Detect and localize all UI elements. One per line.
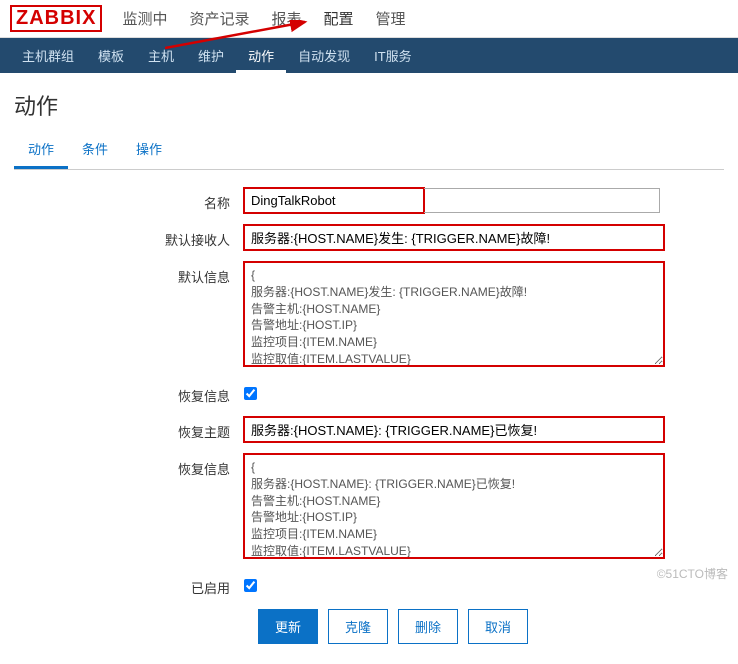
enabled-label: 已启用: [14, 573, 244, 597]
message-label: 默认信息: [14, 262, 244, 286]
enabled-checkbox[interactable]: [244, 579, 257, 592]
sub-discovery[interactable]: 自动发现: [286, 38, 362, 73]
top-menu-inventory[interactable]: 资产记录: [187, 4, 251, 33]
tab-operations[interactable]: 操作: [122, 131, 176, 169]
action-form: 名称 默认接收人 默认信息 { 服务器:{HOST.NAME}发生: {TRIG…: [0, 188, 738, 664]
sub-itservices[interactable]: IT服务: [362, 38, 424, 73]
sub-hostgroups[interactable]: 主机群组: [10, 38, 86, 73]
sub-actions[interactable]: 动作: [236, 38, 286, 73]
recovery-flag-label: 恢复信息: [14, 381, 244, 405]
recovery-subject-input[interactable]: [244, 417, 664, 442]
sub-maintenance[interactable]: 维护: [186, 38, 236, 73]
top-menu-configuration[interactable]: 配置: [322, 4, 356, 33]
top-menu-monitoring[interactable]: 监测中: [120, 4, 169, 33]
message-textarea[interactable]: { 服务器:{HOST.NAME}发生: {TRIGGER.NAME}故障! 告…: [244, 262, 664, 366]
recipient-input[interactable]: [244, 225, 664, 250]
tabs: 动作 条件 操作: [14, 131, 724, 170]
name-input[interactable]: [244, 188, 424, 213]
delete-button[interactable]: 删除: [398, 609, 458, 644]
clone-button[interactable]: 克隆: [328, 609, 388, 644]
recipient-label: 默认接收人: [14, 225, 244, 249]
recovery-checkbox[interactable]: [244, 387, 257, 400]
update-button[interactable]: 更新: [258, 609, 318, 644]
top-menu: 监测中 资产记录 报表 配置 管理: [120, 4, 407, 33]
top-menu-reports[interactable]: 报表: [269, 4, 303, 33]
top-menu-administration[interactable]: 管理: [374, 4, 408, 33]
recovery-message-label: 恢复信息: [14, 454, 244, 478]
sub-nav: 主机群组 模板 主机 维护 动作 自动发现 IT服务: [0, 38, 738, 73]
tab-action[interactable]: 动作: [14, 131, 68, 169]
cancel-button[interactable]: 取消: [468, 609, 528, 644]
watermark: ©51CTO博客: [657, 565, 728, 582]
name-label: 名称: [14, 188, 244, 212]
sub-hosts[interactable]: 主机: [136, 38, 186, 73]
recovery-subject-label: 恢复主题: [14, 417, 244, 441]
tab-conditions[interactable]: 条件: [68, 131, 122, 169]
recovery-message-textarea[interactable]: { 服务器:{HOST.NAME}: {TRIGGER.NAME}已恢复! 告警…: [244, 454, 664, 558]
sub-templates[interactable]: 模板: [86, 38, 136, 73]
logo: ZABBIX: [10, 5, 102, 32]
page-title: 动作: [0, 73, 738, 131]
